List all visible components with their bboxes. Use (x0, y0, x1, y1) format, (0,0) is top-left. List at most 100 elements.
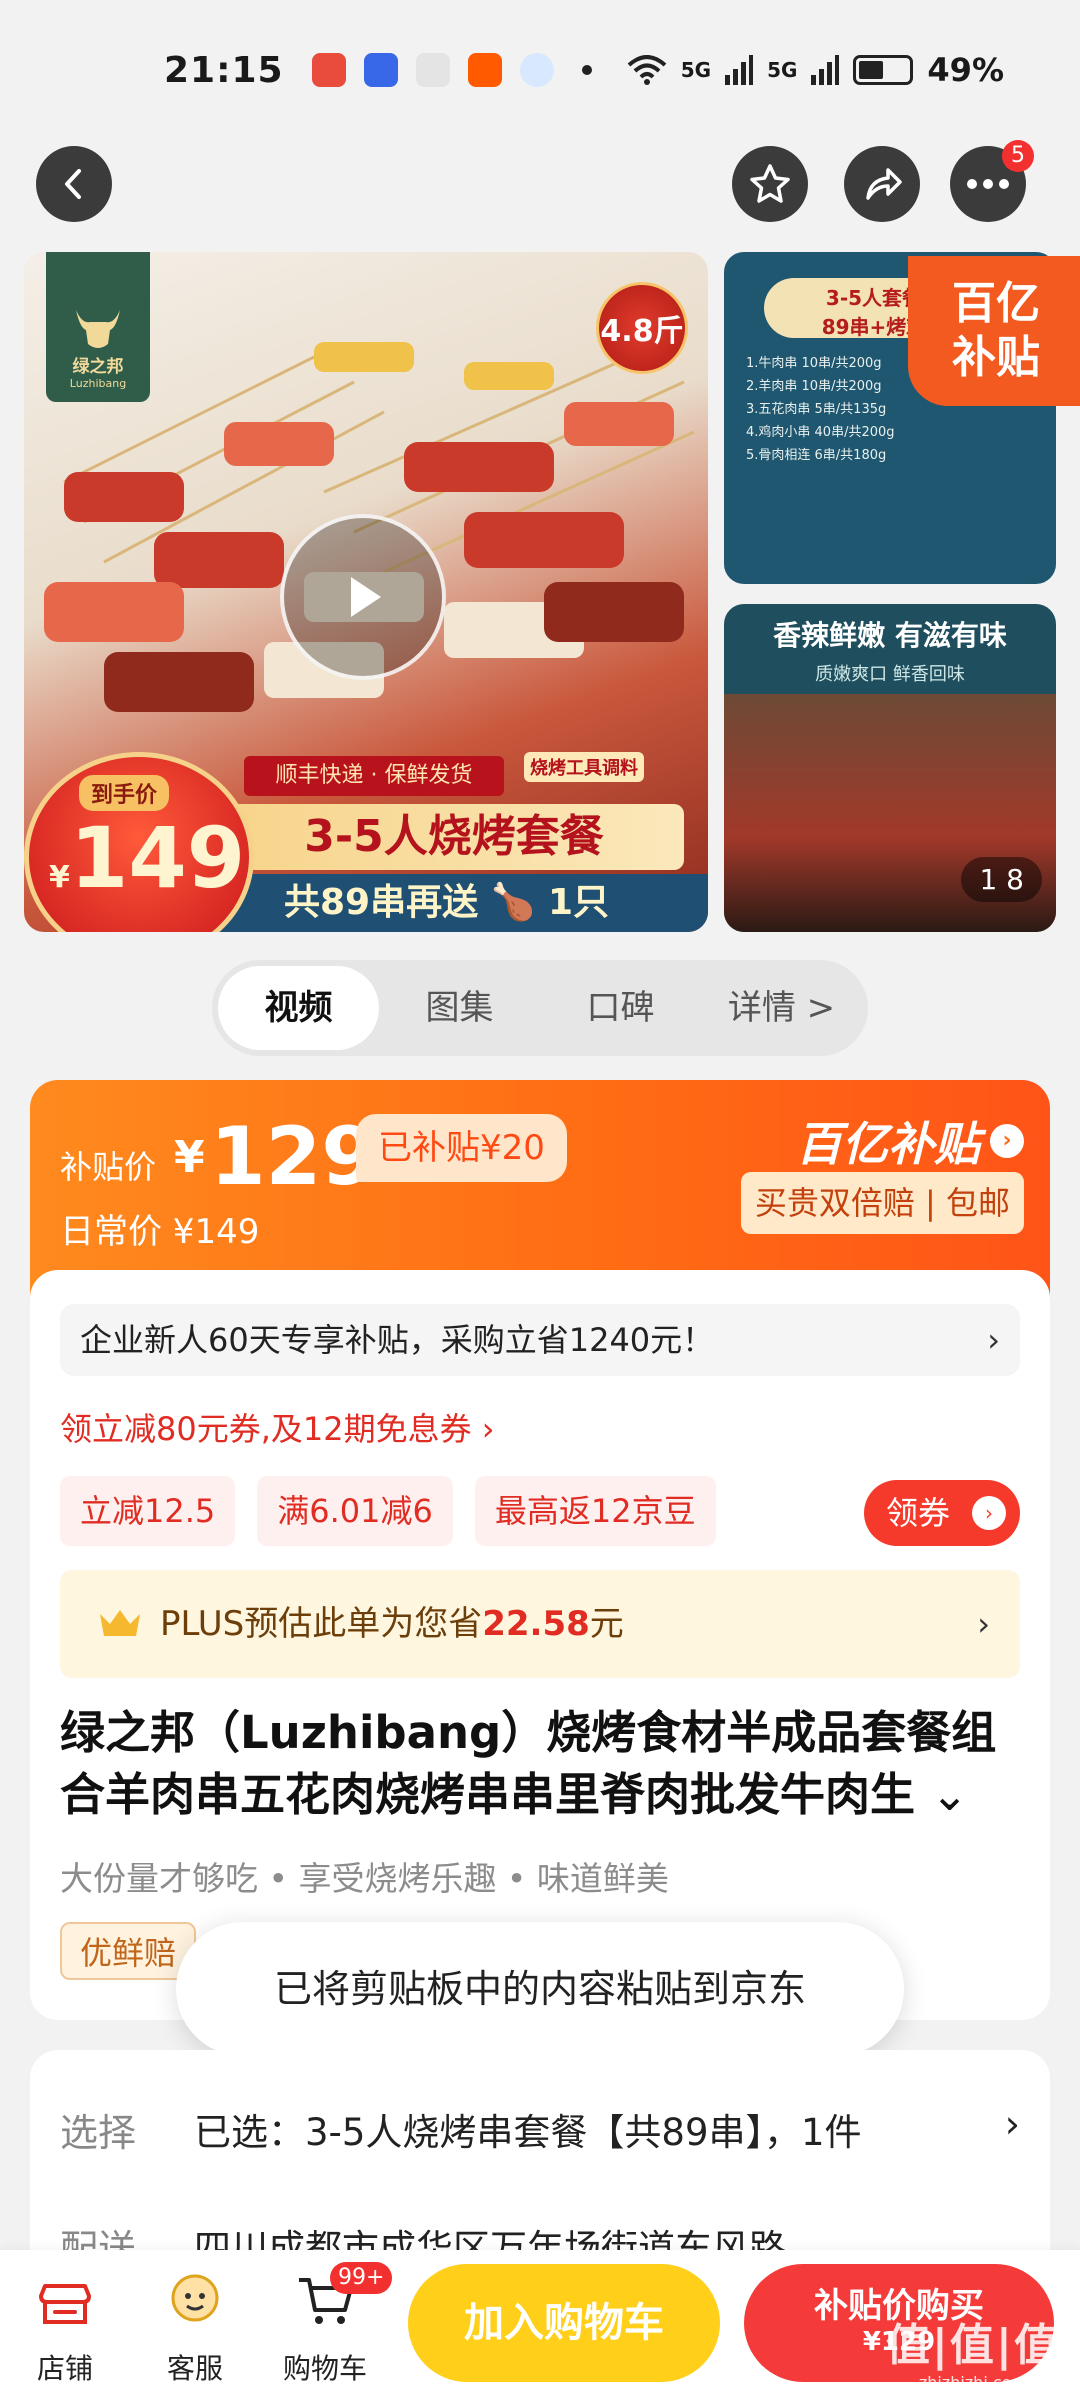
daily-price: 日常价 ¥149 (60, 1212, 260, 1252)
logo-name: 绿之邦 (72, 357, 124, 377)
product-features: 大份量才够吃 • 享受烧烤乐趣 • 味道鲜美 (60, 1859, 669, 1898)
guarantee-badge[interactable]: 买贵双倍赔 | 包邮 (740, 1172, 1024, 1234)
bottom-action-bar: 店铺 客服 99+ 购物车 加入购物车 补贴价购买 ¥129 值|值|值 zhi… (0, 2250, 1080, 2400)
plus-savings-banner[interactable]: PLUS预估此单为您省22.58元 › (60, 1570, 1020, 1678)
share-icon (866, 168, 902, 200)
brand-logo: 绿之邦 Luzhibang (46, 252, 150, 402)
crown-icon (100, 1610, 140, 1636)
final-price-number: 149 (69, 809, 246, 907)
plus-amount: 22.58 (482, 1604, 590, 1644)
chevron-left-icon (65, 169, 81, 199)
subsidy-tag-line1: 百亿 (952, 278, 1040, 329)
store-button[interactable]: 店铺 (10, 2268, 120, 2387)
top-nav: 5 (0, 140, 1080, 260)
price-card: 补贴价 ¥ 129 已补贴¥20 日常价 ¥149 百亿补贴 › 买贵双倍赔 |… (30, 1080, 1050, 2020)
tab-details[interactable]: 详情 > (701, 966, 862, 1050)
shipping-banner: 顺丰快递 · 保鲜发货 (244, 756, 504, 796)
package-row: 5.骨肉相连 6串/共180g (746, 448, 887, 463)
chevron-right-icon: › (990, 1124, 1024, 1158)
add-to-cart-button[interactable]: 加入购物车 (408, 2264, 720, 2382)
subsidy-corner-tag: 百亿 补贴 (908, 256, 1080, 406)
coupon-link[interactable]: 领立减80元券,及12期免息券 › (60, 1404, 495, 1450)
plus-unit: 元 (589, 1604, 624, 1644)
chevron-right-icon: › (1004, 2102, 1020, 2146)
tab-reviews[interactable]: 口碑 (540, 966, 701, 1050)
battery-icon (853, 55, 914, 85)
back-button[interactable] (36, 146, 112, 222)
app-notification-icon (311, 53, 346, 87)
product-title-text: 绿之邦（Luzhibang）烧烤食材半成品套餐组合羊肉串五花肉烧烤串串里脊肉批发… (60, 1706, 997, 1821)
subsidy-saved-badge: 已补贴¥20 (356, 1114, 567, 1182)
signal-bars-icon-2 (811, 55, 840, 85)
product-gallery[interactable]: 绿之邦 Luzhibang 4.8斤 顺丰快递 · 保鲜发货 烧烤工具调料 3-… (0, 252, 1080, 932)
tab-video[interactable]: 视频 (218, 966, 379, 1050)
battery-percent: 49% (927, 51, 1004, 89)
favorite-button[interactable] (732, 146, 808, 222)
promo-band: 顺丰快递 · 保鲜发货 烧烤工具调料 3-5人烧烤套餐 共89串再送 🍗 1只 … (24, 742, 708, 932)
final-price-value: ¥149 (49, 809, 245, 907)
service-button[interactable]: 客服 (140, 2268, 250, 2387)
status-bar: 21:15 5G 5G 49% (0, 0, 1080, 140)
clipboard-toast: 已将剪贴板中的内容粘贴到京东 (176, 1922, 904, 2056)
get-coupon-button[interactable]: 领券 › (864, 1480, 1020, 1546)
tab-gallery[interactable]: 图集 (379, 966, 540, 1050)
signal-5g-label: 5G (680, 58, 712, 82)
final-price-label: 到手价 (79, 775, 170, 811)
watermark-logo: 值|值|值 (885, 2320, 1060, 2371)
signal-bars-icon (725, 55, 754, 85)
ox-head-icon (76, 310, 120, 348)
subsidy-tag-line2: 补贴 (952, 332, 1040, 383)
coupon-chip[interactable]: 满6.01减6 (257, 1476, 453, 1546)
selection-label: 选择 (60, 2111, 137, 2155)
main-product-video[interactable]: 绿之邦 Luzhibang 4.8斤 顺丰快递 · 保鲜发货 烧烤工具调料 3-… (24, 252, 708, 932)
more-button[interactable]: 5 (950, 140, 1034, 222)
coupon-chip[interactable]: 立减12.5 (60, 1476, 236, 1546)
image-counter: 1 8 (961, 857, 1042, 902)
weight-badge: 4.8斤 (596, 282, 688, 374)
notification-icons (311, 53, 592, 87)
enterprise-notice[interactable]: 企业新人60天专享补贴，采购立省1240元！ › (60, 1304, 1020, 1376)
wifi-icon (627, 55, 667, 85)
watermark: 值|值|值 zhizhizhi.com (886, 2309, 1060, 2392)
logo-en: Luzhibang (69, 377, 127, 390)
customer-service-icon (171, 2274, 219, 2322)
fresh-guarantee-tag[interactable]: 优鲜赔 (60, 1922, 197, 1980)
product-title[interactable]: 绿之邦（Luzhibang）烧烤食材半成品套餐组合羊肉串五花肉烧烤串串里脊肉批发… (60, 1702, 1020, 1826)
get-coupon-label: 领券 (886, 1494, 951, 1532)
coupon-chips: 立减12.5 满6.01减6 最高返12京豆 (60, 1476, 716, 1546)
chevron-right-icon: › (987, 1321, 1000, 1359)
cart-count-badge: 99+ (330, 2262, 393, 2294)
share-button[interactable] (844, 146, 920, 222)
play-icon (351, 577, 381, 617)
service-label: 客服 (166, 2352, 223, 2385)
plus-text: PLUS预估此单为您省 (160, 1604, 483, 1644)
gift-label: 烧烤工具调料 (524, 752, 644, 782)
chevron-right-icon: › (977, 1605, 990, 1643)
chevron-down-icon[interactable]: ⌄ (931, 1768, 969, 1821)
play-button[interactable] (280, 514, 446, 680)
selection-value: 已选：3-5人烧烤串套餐【共89串】，1件 (194, 2111, 862, 2154)
subsidy-brand-link[interactable]: 百亿补贴 › (796, 1108, 1024, 1174)
cart-button[interactable]: 99+ 购物车 (270, 2262, 393, 2387)
final-price-badge: 到手价 ¥149 (24, 752, 254, 932)
baidu-icon (363, 53, 398, 87)
subsidy-price-label: 补贴价 (60, 1148, 157, 1186)
thumbnail-subtitle: 质嫩爽口 鲜香回味 (815, 664, 965, 685)
coupon-chip[interactable]: 最高返12京豆 (474, 1476, 716, 1546)
subsidy-price-value: 129 (210, 1110, 377, 1203)
package-subtitle: 共89串再送 🍗 1只 (194, 874, 708, 932)
subsidy-brand-text: 百亿补贴 (796, 1117, 980, 1171)
media-tabs: 视频 图集 口碑 详情 > (212, 960, 868, 1056)
more-badge: 5 (1002, 140, 1034, 172)
plus-savings-text: PLUS预估此单为您省22.58元 (160, 1570, 624, 1678)
store-icon (39, 2284, 91, 2324)
offers-section: 企业新人60天专享补贴，采购立省1240元！ › 领立减80元券,及12期免息券… (30, 1270, 1050, 2020)
status-time: 21:15 (164, 49, 284, 91)
final-price-currency: ¥ (49, 860, 70, 895)
subsidy-price-currency: ¥ (174, 1132, 205, 1183)
star-icon (750, 164, 790, 203)
thumbnail-grill[interactable]: 香辣鲜嫩 有滋有味 质嫩爽口 鲜香回味 1 8 (724, 604, 1056, 932)
battery-fill (859, 61, 883, 79)
more-notifications-dot (581, 65, 592, 75)
browser-icon (519, 53, 554, 87)
